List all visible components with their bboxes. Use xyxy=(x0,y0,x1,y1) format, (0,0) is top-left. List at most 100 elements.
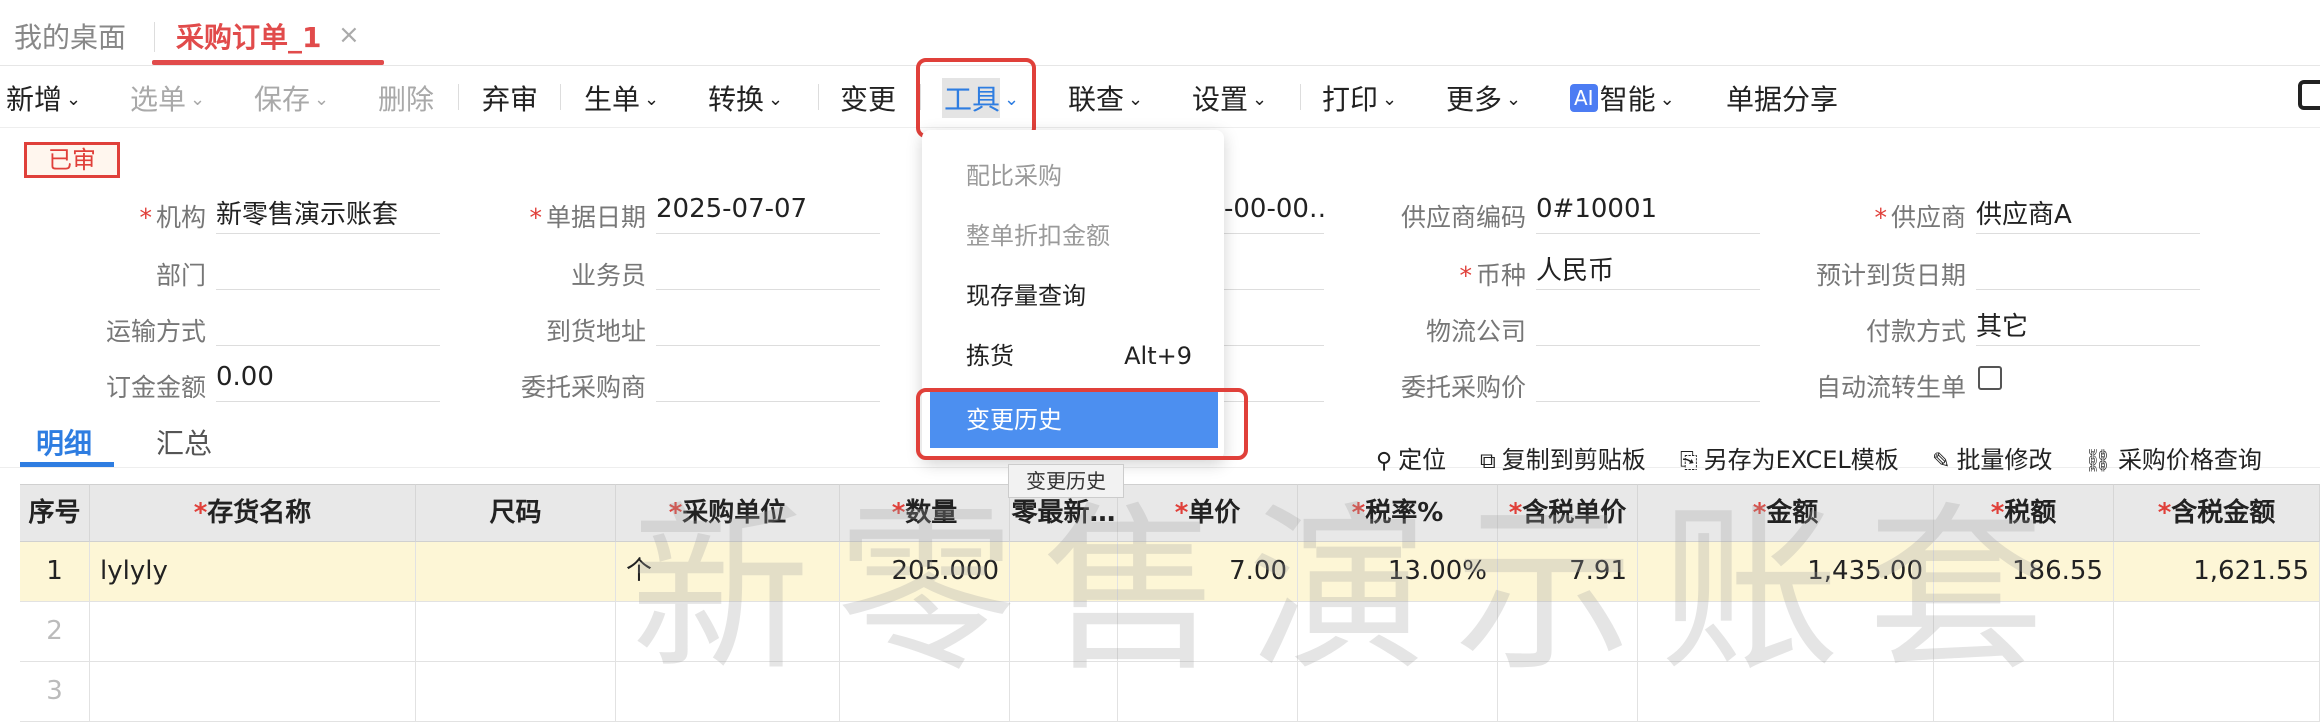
supplier-code-field[interactable]: 0#10001 xyxy=(1536,194,1760,234)
tab-summary[interactable]: 汇总 xyxy=(156,422,212,462)
supplier-field[interactable]: 供应商A xyxy=(1976,194,2200,234)
close-icon[interactable]: × xyxy=(338,20,360,50)
partial-field[interactable]: -00-00… xyxy=(1224,194,1324,234)
add-button[interactable]: 新增 ⌄ xyxy=(6,78,81,118)
deposit-label: 订金金额 xyxy=(105,373,206,402)
cell-amount[interactable] xyxy=(1638,602,1934,662)
settings-button[interactable]: 设置 ⌄ xyxy=(1192,78,1267,118)
more-button[interactable]: 更多 ⌄ xyxy=(1446,78,1521,118)
cell-tax-rate[interactable] xyxy=(1298,662,1498,722)
batch-edit-button[interactable]: ✎ 批量修改 xyxy=(1932,440,2052,475)
tab-separator xyxy=(154,22,155,52)
print-button[interactable]: 打印 ⌄ xyxy=(1322,78,1397,118)
cell-tax-unit-price[interactable]: 7.91 xyxy=(1498,542,1638,602)
supplier-code-label: 供应商编码 xyxy=(1400,203,1526,232)
menu-item-picking[interactable]: 拣货 Alt+9 xyxy=(922,328,1224,384)
date-label: * 单据日期 xyxy=(529,203,646,232)
clerk-field[interactable] xyxy=(656,250,880,290)
deposit-field[interactable]: 0.00 xyxy=(216,362,440,402)
copy-clipboard-button[interactable]: ⧉ 复制到剪贴板 xyxy=(1480,440,1646,475)
share-document-button[interactable]: 单据分享 xyxy=(1726,78,1838,118)
cell-unit-price[interactable]: 7.00 xyxy=(1118,542,1298,602)
agent-price-label: 委托采购价 xyxy=(1400,373,1526,402)
org-field[interactable]: 新零售演示账套 xyxy=(216,194,440,234)
cell-unit[interactable] xyxy=(616,602,840,662)
save-button[interactable]: 保存 ⌄ xyxy=(254,78,329,118)
query-button[interactable]: 联查 ⌄ xyxy=(1068,78,1143,118)
cell-item-name[interactable] xyxy=(90,602,416,662)
col-header-tax-unit-price[interactable]: *含税单价 xyxy=(1498,484,1638,542)
cell-tax-rate[interactable]: 13.00% xyxy=(1298,542,1498,602)
hidden-field[interactable] xyxy=(1224,306,1324,346)
convert-button[interactable]: 转换 ⌄ xyxy=(708,78,783,118)
delete-button[interactable]: 删除 xyxy=(378,78,434,118)
dept-field[interactable] xyxy=(216,250,440,290)
address-field[interactable] xyxy=(656,306,880,346)
cell-size[interactable] xyxy=(416,662,616,722)
tab-purchase-order[interactable]: 采购订单_1 xyxy=(176,16,321,56)
chevron-down-icon: ⌄ xyxy=(66,89,82,110)
col-header-size[interactable]: 尺码 xyxy=(416,484,616,542)
cell-item-name[interactable] xyxy=(90,662,416,722)
cell-tax[interactable] xyxy=(1934,662,2114,722)
col-header-amount[interactable]: *金额 xyxy=(1638,484,1934,542)
col-header-unit[interactable]: *采购单位 xyxy=(616,484,840,542)
cell-tax-unit-price[interactable] xyxy=(1498,662,1638,722)
cell-size[interactable] xyxy=(416,542,616,602)
payment-field[interactable]: 其它 xyxy=(1976,306,2200,346)
agent-field[interactable] xyxy=(656,362,880,402)
date-field[interactable]: 2025-07-07 xyxy=(656,194,880,234)
cell-tax-unit-price[interactable] xyxy=(1498,602,1638,662)
col-header-item-name[interactable]: *存货名称 xyxy=(90,484,416,542)
col-header-tax-amount[interactable]: *含税金额 xyxy=(2114,484,2320,542)
change-button[interactable]: 变更 xyxy=(840,78,896,118)
currency-field[interactable]: 人民币 xyxy=(1536,250,1760,290)
cell-unit-price[interactable] xyxy=(1118,602,1298,662)
cell-unit[interactable] xyxy=(616,662,840,722)
cell-quantity[interactable] xyxy=(840,662,1010,722)
col-header-unit-price[interactable]: *单价 xyxy=(1118,484,1298,542)
chevron-down-icon: ⌄ xyxy=(1659,89,1675,110)
tab-bar: 我的桌面 采购订单_1 × xyxy=(0,0,2320,66)
menu-item-discount-amount[interactable]: 整单折扣金额 xyxy=(922,208,1224,264)
cell-tax-amount[interactable]: 1,621.55 xyxy=(2114,542,2320,602)
cell-tax-amount[interactable] xyxy=(2114,602,2320,662)
cell-tax-amount[interactable] xyxy=(2114,662,2320,722)
cell-item-name[interactable]: lylyly xyxy=(90,542,416,602)
logistics-field[interactable] xyxy=(1536,306,1760,346)
cell-amount[interactable]: 1,435.00 xyxy=(1638,542,1934,602)
cell-latest[interactable] xyxy=(1010,662,1118,722)
expected-date-field[interactable] xyxy=(1976,250,2200,290)
cell-amount[interactable] xyxy=(1638,662,1934,722)
cell-latest[interactable] xyxy=(1010,602,1118,662)
cell-size[interactable] xyxy=(416,602,616,662)
col-header-tax[interactable]: *税额 xyxy=(1934,484,2114,542)
unapprove-button[interactable]: 弃审 xyxy=(482,78,538,118)
camera-icon[interactable] xyxy=(2298,80,2320,110)
menu-item-stock-query[interactable]: 现存量查询 xyxy=(922,268,1224,324)
price-query-button[interactable]: ⛓ 采购价格查询 xyxy=(2084,440,2262,475)
tab-desktop[interactable]: 我的桌面 xyxy=(14,16,126,56)
agent-price-field[interactable] xyxy=(1536,362,1760,402)
col-header-tax-rate[interactable]: *税率% xyxy=(1298,484,1498,542)
save-excel-template-button[interactable]: ⎘ 另存为EXCEL模板 xyxy=(1680,440,1899,475)
auto-flow-checkbox[interactable] xyxy=(1978,366,2002,390)
locate-button[interactable]: ⚲ 定位 xyxy=(1376,440,1446,475)
generate-button[interactable]: 生单 ⌄ xyxy=(584,78,659,118)
ai-smart-button[interactable]: AI 智能 ⌄ xyxy=(1570,78,1675,118)
tab-detail[interactable]: 明细 xyxy=(36,422,92,462)
cell-tax[interactable] xyxy=(1934,602,2114,662)
menu-item-ratio-purchase[interactable]: 配比采购 xyxy=(922,148,1224,204)
cell-quantity[interactable] xyxy=(840,602,1010,662)
cell-latest[interactable] xyxy=(1010,542,1118,602)
col-header-quantity[interactable]: *数量 xyxy=(840,484,1010,542)
cell-unit[interactable]: 个 xyxy=(616,542,840,602)
select-order-button[interactable]: 选单 ⌄ xyxy=(130,78,205,118)
col-header-index[interactable]: 序号 xyxy=(20,484,90,542)
cell-tax-rate[interactable] xyxy=(1298,602,1498,662)
hidden-field[interactable] xyxy=(1224,250,1324,290)
shipping-field[interactable] xyxy=(216,306,440,346)
cell-quantity[interactable]: 205.000 xyxy=(840,542,1010,602)
cell-tax[interactable]: 186.55 xyxy=(1934,542,2114,602)
cell-unit-price[interactable] xyxy=(1118,662,1298,722)
